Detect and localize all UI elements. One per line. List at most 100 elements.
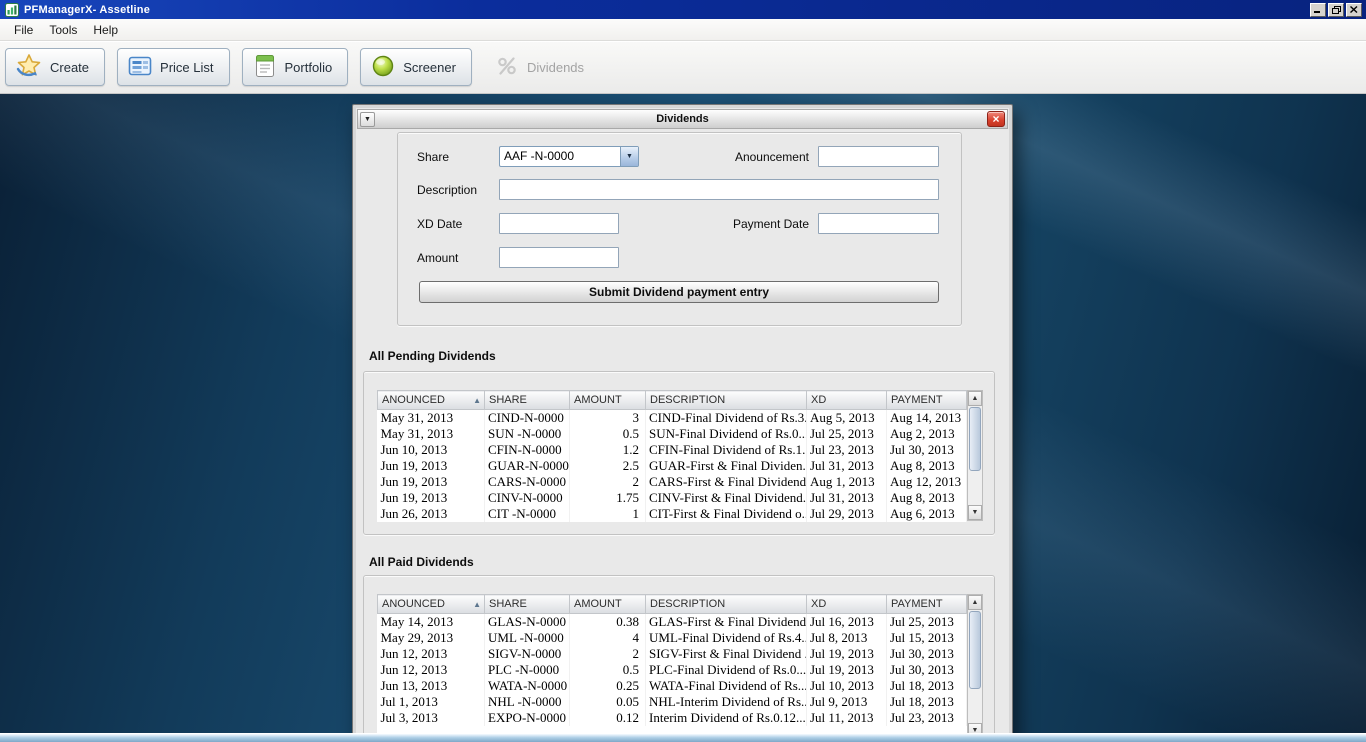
- cell-xd: Aug 1, 2013: [806, 474, 887, 490]
- table-row[interactable]: Jun 12, 2013 SIGV-N-0000 2 SIGV-First & …: [377, 646, 967, 662]
- table-row[interactable]: May 14, 2013 GLAS-N-0000 0.38 GLAS-First…: [377, 613, 967, 630]
- scrollbar-thumb[interactable]: [969, 611, 981, 689]
- price-list-button[interactable]: Price List: [117, 48, 230, 86]
- cell-xd: Jul 10, 2013: [806, 678, 887, 694]
- menu-item[interactable]: File: [6, 20, 41, 40]
- dialog-collapse-button[interactable]: ▼: [360, 111, 375, 127]
- table-row[interactable]: Jun 19, 2013 CINV-N-0000 1.75 CINV-First…: [377, 490, 967, 506]
- column-header-anounced[interactable]: ANOUNCED ▲: [377, 594, 485, 614]
- cell-payment: Aug 8, 2013: [886, 458, 967, 474]
- cell-xd: Jul 9, 2013: [806, 694, 887, 710]
- cell-xd: Jul 11, 2013: [806, 710, 887, 726]
- description-label: Description: [417, 183, 478, 197]
- cell-share: GLAS-N-0000: [484, 613, 570, 630]
- cell-description: SUN-Final Dividend of Rs.0...: [645, 426, 807, 442]
- cell-share: WATA-N-0000: [484, 678, 570, 694]
- screener-button[interactable]: Screener: [360, 48, 472, 86]
- amount-input[interactable]: [499, 247, 619, 268]
- portfolio-button[interactable]: Portfolio: [241, 48, 349, 86]
- vertical-scrollbar[interactable]: ▲ ▼: [967, 594, 983, 733]
- cell-anounced: Jun 19, 2013: [377, 474, 485, 490]
- cell-payment: Aug 2, 2013: [886, 426, 967, 442]
- paid-dividends-panel: ANOUNCED ▲ SHARE AMOUNT DESCRIPTION XD PA…: [363, 575, 995, 733]
- cell-anounced: May 29, 2013: [377, 630, 485, 646]
- minimize-button[interactable]: [1310, 2, 1326, 17]
- cell-payment: Jul 18, 2013: [886, 694, 967, 710]
- close-button[interactable]: [1346, 2, 1362, 17]
- table-row[interactable]: Jun 12, 2013 PLC -N-0000 0.5 PLC-Final D…: [377, 662, 967, 678]
- column-header-description[interactable]: DESCRIPTION: [645, 390, 807, 410]
- cell-amount: 1.2: [569, 442, 646, 458]
- scroll-up-button[interactable]: ▲: [968, 595, 982, 610]
- create-button-label: Create: [50, 59, 90, 75]
- dialog-titlebar[interactable]: ▼ Dividends ×: [357, 109, 1008, 129]
- submit-dividend-button[interactable]: Submit Dividend payment entry: [419, 281, 939, 303]
- cell-xd: Jul 19, 2013: [806, 646, 887, 662]
- column-header-amount[interactable]: AMOUNT: [569, 390, 646, 410]
- table-row[interactable]: Jun 10, 2013 CFIN-N-0000 1.2 CFIN-Final …: [377, 442, 967, 458]
- announcement-label: Anouncement: [734, 150, 809, 164]
- paid-dividends-table[interactable]: ANOUNCED ▲ SHARE AMOUNT DESCRIPTION XD PA…: [377, 594, 967, 726]
- cell-xd: Jul 23, 2013: [806, 442, 887, 458]
- column-header-xd[interactable]: XD: [806, 390, 887, 410]
- cell-payment: Jul 18, 2013: [886, 678, 967, 694]
- cell-amount: 2: [569, 474, 646, 490]
- cell-share: CIT -N-0000: [484, 506, 570, 522]
- arrow-down-icon: ▼: [971, 509, 979, 516]
- column-header-payment[interactable]: PAYMENT: [886, 390, 967, 410]
- scroll-down-button[interactable]: ▼: [968, 723, 982, 733]
- vertical-scrollbar[interactable]: ▲ ▼: [967, 390, 983, 521]
- cell-xd: Aug 5, 2013: [806, 409, 887, 426]
- column-header-payment[interactable]: PAYMENT: [886, 594, 967, 614]
- close-icon: [1350, 6, 1358, 13]
- table-row[interactable]: Jul 3, 2013 EXPO-N-0000 0.12 Interim Div…: [377, 710, 967, 726]
- table-row[interactable]: Jun 19, 2013 CARS-N-0000 2 CARS-First & …: [377, 474, 967, 490]
- description-input[interactable]: [499, 179, 939, 200]
- table-row[interactable]: Jun 19, 2013 GUAR-N-0000 2.5 GUAR-First …: [377, 458, 967, 474]
- cell-anounced: May 31, 2013: [377, 426, 485, 442]
- column-header-description[interactable]: DESCRIPTION: [645, 594, 807, 614]
- scroll-down-button[interactable]: ▼: [968, 505, 982, 520]
- column-header-xd[interactable]: XD: [806, 594, 887, 614]
- menu-item[interactable]: Tools: [41, 20, 85, 40]
- payment-date-input[interactable]: [818, 213, 939, 234]
- cell-description: WATA-Final Dividend of Rs...: [645, 678, 807, 694]
- scrollbar-thumb[interactable]: [969, 407, 981, 471]
- close-icon: ×: [992, 111, 1000, 126]
- table-row[interactable]: May 29, 2013 UML -N-0000 4 UML-Final Div…: [377, 630, 967, 646]
- restore-button[interactable]: [1328, 2, 1344, 17]
- cell-description: GLAS-First & Final Dividend...: [645, 613, 807, 630]
- share-combobox[interactable]: AAF -N-0000 ▼: [499, 146, 639, 167]
- table-row[interactable]: May 31, 2013 CIND-N-0000 3 CIND-Final Di…: [377, 409, 967, 426]
- announcement-input[interactable]: [818, 146, 939, 167]
- table-row[interactable]: Jun 26, 2013 CIT -N-0000 1 CIT-First & F…: [377, 506, 967, 522]
- cell-share: NHL -N-0000: [484, 694, 570, 710]
- cell-share: UML -N-0000: [484, 630, 570, 646]
- pending-dividends-table[interactable]: ANOUNCED ▲ SHARE AMOUNT DESCRIPTION XD PA…: [377, 390, 967, 522]
- cell-anounced: Jun 19, 2013: [377, 490, 485, 506]
- price-list-icon: [127, 53, 153, 82]
- window-titlebar[interactable]: PFManagerX- Assetline: [0, 0, 1366, 19]
- chevron-down-icon[interactable]: ▼: [620, 147, 638, 166]
- scroll-up-button[interactable]: ▲: [968, 391, 982, 406]
- dialog-close-button[interactable]: ×: [987, 111, 1005, 127]
- cell-payment: Aug 12, 2013: [886, 474, 967, 490]
- xd-date-input[interactable]: [499, 213, 619, 234]
- column-header-anounced[interactable]: ANOUNCED ▲: [377, 390, 485, 410]
- table-row[interactable]: Jul 1, 2013 NHL -N-0000 0.05 NHL-Interim…: [377, 694, 967, 710]
- column-header-share[interactable]: SHARE: [484, 594, 570, 614]
- cell-amount: 0.12: [569, 710, 646, 726]
- table-header-row: ANOUNCED ▲ SHARE AMOUNT DESCRIPTION XD PA…: [377, 390, 967, 410]
- table-row[interactable]: Jun 13, 2013 WATA-N-0000 0.25 WATA-Final…: [377, 678, 967, 694]
- arrow-up-icon: ▲: [971, 395, 979, 402]
- dividends-percent-icon: [494, 53, 520, 82]
- create-button[interactable]: Create: [5, 48, 106, 86]
- cell-amount: 2: [569, 646, 646, 662]
- dialog-title: Dividends: [656, 113, 709, 125]
- column-header-share[interactable]: SHARE: [484, 390, 570, 410]
- menu-item[interactable]: Help: [85, 20, 126, 40]
- column-header-amount[interactable]: AMOUNT: [569, 594, 646, 614]
- cell-xd: Jul 31, 2013: [806, 458, 887, 474]
- table-row[interactable]: May 31, 2013 SUN -N-0000 0.5 SUN-Final D…: [377, 426, 967, 442]
- app-window: PFManagerX- Assetline File Tools Help Cr…: [0, 0, 1366, 742]
